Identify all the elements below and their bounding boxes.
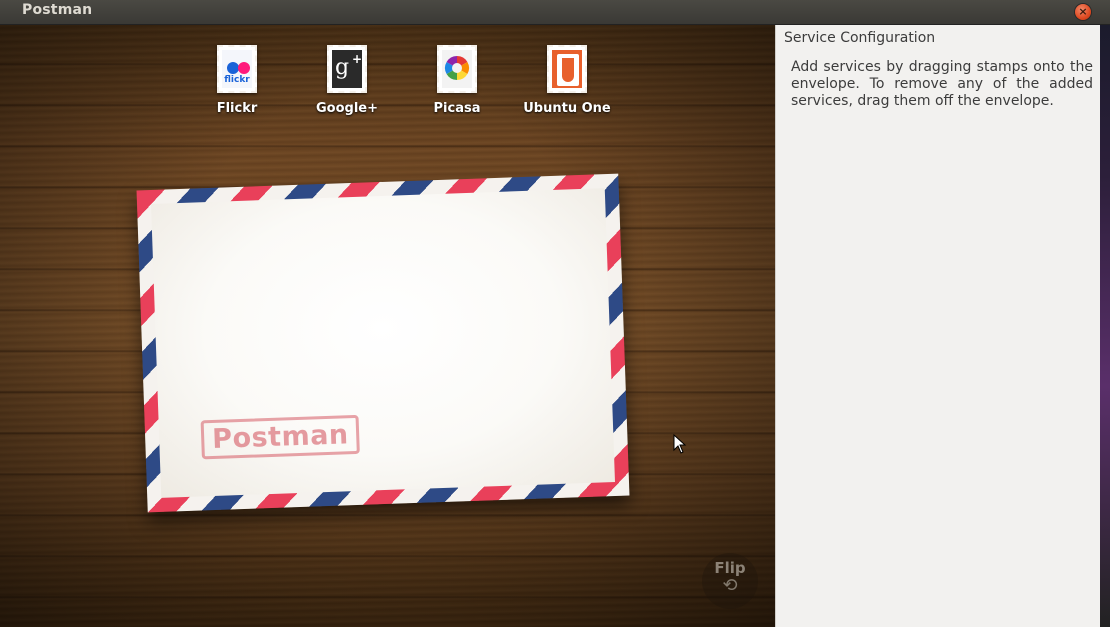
window-titlebar: Postman × — [0, 0, 1110, 25]
google-plus-icon-plus: + — [352, 52, 362, 66]
googleplus-stamp[interactable]: g + — [327, 45, 367, 93]
picasa-icon — [442, 50, 472, 88]
stamp-flickr[interactable]: flickr Flickr — [177, 45, 297, 116]
stamp-label-picasa: Picasa — [433, 101, 481, 116]
flip-icon: ⟲ — [722, 575, 738, 596]
ubuntuone-stamp[interactable] — [547, 45, 587, 93]
envelope[interactable]: Postman — [136, 173, 630, 513]
stamp-googleplus[interactable]: g + Google+ — [287, 45, 407, 116]
close-icon: × — [1078, 5, 1088, 18]
mouse-cursor-icon — [673, 434, 687, 454]
desk-area: flickr Flickr g + Google+ Picasa Ubuntu … — [0, 25, 775, 627]
picasa-stamp[interactable] — [437, 45, 477, 93]
stamp-label-flickr: Flickr — [216, 101, 258, 116]
stamp-picasa[interactable]: Picasa — [397, 45, 517, 116]
window-title: Postman — [22, 2, 93, 18]
stamp-ubuntuone[interactable]: Ubuntu One — [507, 45, 627, 116]
stamp-label-ubuntuone: Ubuntu One — [523, 101, 611, 116]
picasa-icon-graphic — [444, 55, 470, 80]
close-button[interactable]: × — [1075, 4, 1091, 20]
postmark-stamp: Postman — [200, 414, 361, 460]
envelope-airmail-border: Postman — [136, 173, 630, 513]
envelope-face: Postman — [151, 188, 615, 498]
flickr-icon: flickr — [222, 50, 252, 88]
stamp-label-googleplus: Google+ — [315, 101, 378, 116]
desktop-background-edge — [1100, 25, 1110, 627]
flip-button[interactable]: Flip ⟲ — [702, 553, 758, 609]
config-title: Service Configuration — [784, 30, 936, 46]
config-description: Add services by dragging stamps onto the… — [791, 59, 1093, 109]
flickr-icon-text: flickr — [224, 75, 250, 85]
service-configuration-panel: Service Configuration Add services by dr… — [775, 25, 1100, 627]
google-plus-icon: g + — [332, 50, 362, 88]
flickr-stamp[interactable]: flickr — [217, 45, 257, 93]
ubuntu-one-icon — [552, 50, 582, 88]
google-plus-icon-letter: g — [335, 55, 350, 80]
